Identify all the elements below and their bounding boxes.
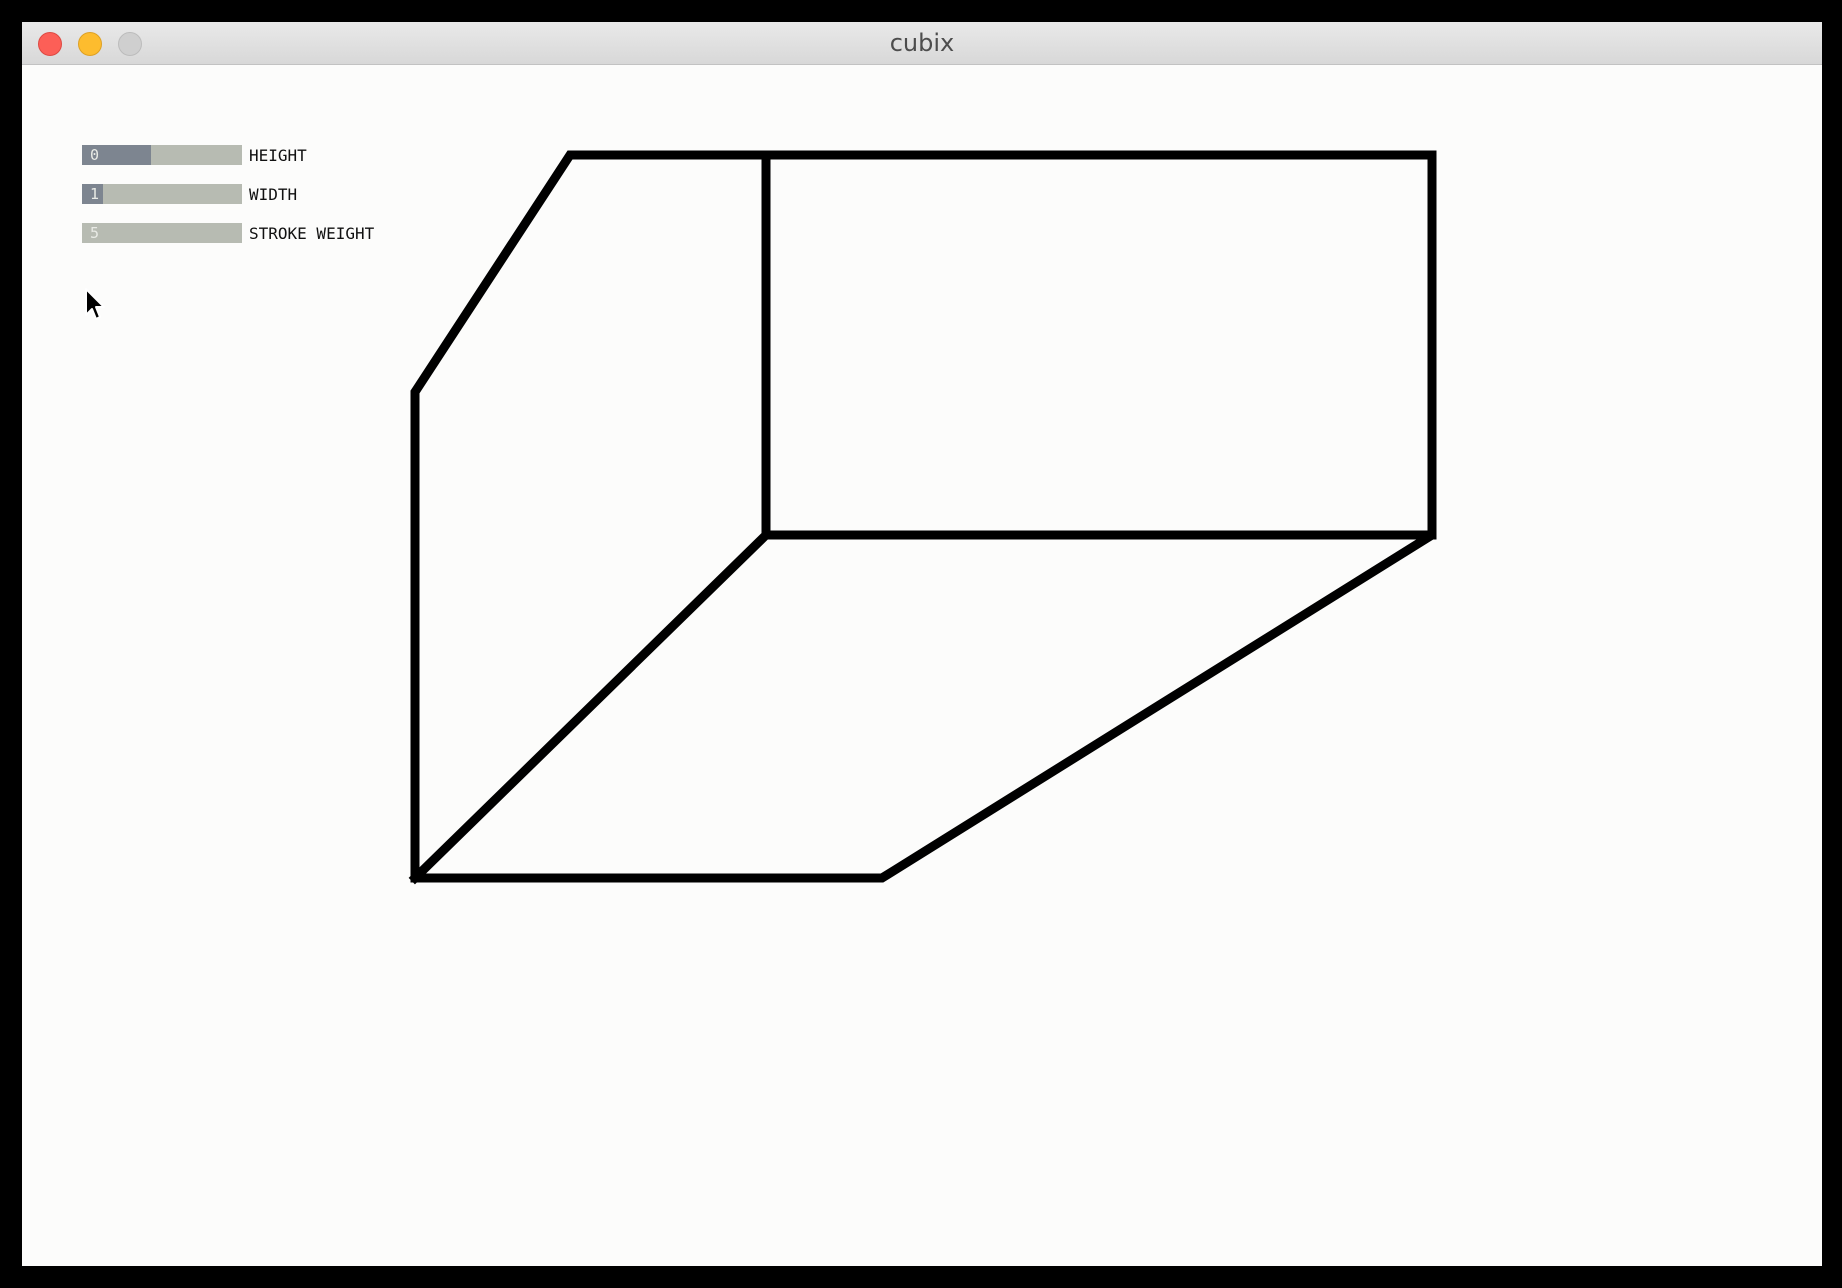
app-window: cubix 0 HEIGHT 1 WIDTH 5 STROKE WEIGHT xyxy=(22,22,1822,1266)
arrow-cursor-icon xyxy=(85,288,105,320)
window-title: cubix xyxy=(889,29,955,57)
slider-height-value: 0 xyxy=(90,146,100,164)
slider-stroke-weight-track[interactable] xyxy=(82,223,242,243)
slider-width-label: WIDTH xyxy=(249,185,298,204)
cube-inner-diagonal-edge xyxy=(408,528,773,885)
cube-outline xyxy=(410,150,1437,883)
slider-stroke-weight-value: 5 xyxy=(90,224,100,242)
slider-stroke-weight-label: STROKE WEIGHT xyxy=(249,224,375,243)
slider-height-label: HEIGHT xyxy=(249,146,307,165)
slider-width-value: 1 xyxy=(90,185,100,203)
sketch-canvas[interactable]: 0 HEIGHT 1 WIDTH 5 STROKE WEIGHT xyxy=(22,65,1822,1266)
slider-width-track[interactable] xyxy=(82,184,242,204)
title-bar[interactable]: cubix xyxy=(22,22,1822,65)
cube-drawing xyxy=(408,150,1437,885)
